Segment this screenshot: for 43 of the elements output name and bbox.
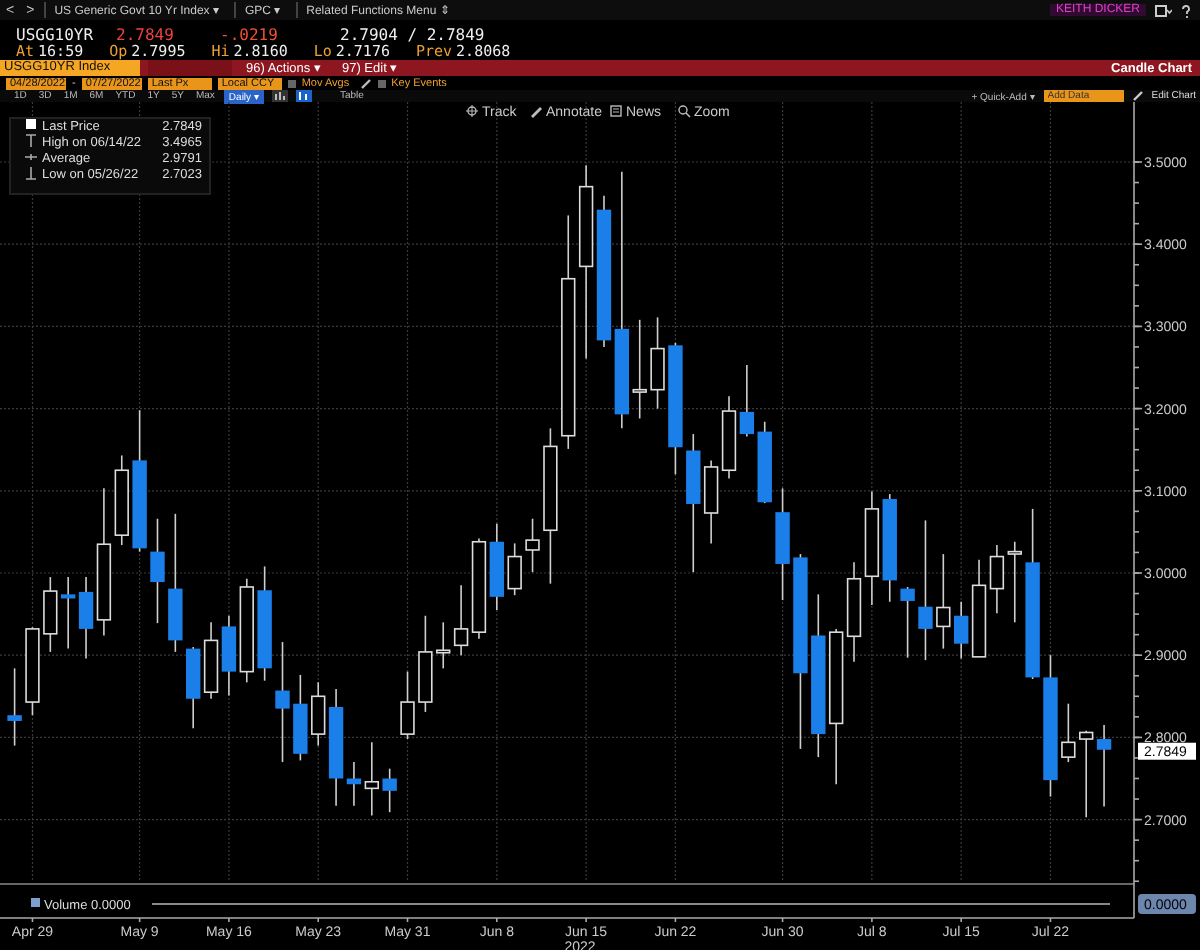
candlestick: [7, 667, 22, 747]
candlestick: [668, 342, 683, 476]
magnifier-icon[interactable]: [678, 105, 691, 118]
bars-icon[interactable]: [271, 90, 288, 102]
candlestick: [382, 767, 397, 813]
price-change: -.0219: [220, 25, 280, 43]
checkbox[interactable]: [377, 79, 386, 87]
candlestick: [132, 409, 147, 553]
candlestick: [1061, 702, 1076, 763]
chart-type-icon[interactable]: [295, 90, 312, 102]
document-icon[interactable]: [610, 105, 622, 117]
candlestick: [168, 513, 183, 653]
candlestick: [507, 542, 522, 596]
candlestick: [1043, 654, 1058, 798]
candlestick: [25, 626, 40, 716]
pencil-icon[interactable]: [1131, 90, 1144, 102]
pencil-icon[interactable]: [531, 107, 542, 118]
candlestick: [525, 517, 540, 573]
candlestick: [293, 674, 308, 762]
window-icon[interactable]: [1154, 3, 1172, 17]
candlestick: [150, 517, 165, 624]
candlestick: [257, 565, 272, 682]
last-marker-icon: [26, 119, 36, 129]
ticker: USGG10YR: [16, 25, 96, 43]
help-icon[interactable]: [1180, 3, 1192, 17]
high-marker-icon: [25, 134, 37, 148]
candlestick: [400, 670, 415, 740]
pencil-icon[interactable]: [359, 77, 372, 89]
checkbox[interactable]: [287, 79, 296, 87]
bid-ask: 2.7904 / 2.7849: [340, 25, 485, 43]
candlestick: [918, 519, 933, 661]
crosshair-icon[interactable]: [465, 104, 479, 118]
average-marker-icon: [24, 153, 38, 161]
volume-swatch-icon: [31, 898, 40, 907]
low-marker-icon: [25, 166, 37, 180]
candlestick: [418, 614, 433, 713]
last-price: 2.7849: [116, 25, 176, 43]
candlestick: [775, 487, 790, 601]
candlestick: [275, 641, 290, 763]
candlestick: [650, 316, 665, 410]
candlestick: [900, 586, 915, 659]
candlestick: [43, 576, 58, 653]
candlestick: [936, 553, 951, 650]
